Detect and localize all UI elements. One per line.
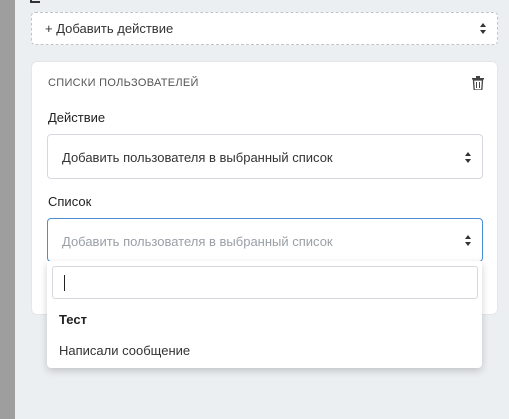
dropdown-option[interactable]: Написали сообщение — [59, 343, 190, 358]
action-select[interactable]: Добавить пользователя в выбранный список — [47, 134, 483, 179]
dropdown-group-label: Тест — [59, 312, 87, 327]
add-action-select[interactable]: + Добавить действие — [31, 12, 498, 45]
trash-icon[interactable] — [472, 76, 484, 90]
card-title: СПИСКИ ПОЛЬЗОВАТЕЛЕЙ — [48, 77, 199, 89]
list-field-label: Список — [48, 194, 92, 209]
top-edge-fragment — [30, 0, 40, 3]
list-select[interactable]: Добавить пользователя в выбранный список — [47, 218, 483, 262]
action-select-value: Добавить пользователя в выбранный список — [62, 150, 333, 165]
left-panel-edge — [0, 0, 15, 419]
add-action-label: + Добавить действие — [45, 21, 174, 36]
sort-caret-icon — [465, 152, 471, 163]
list-select-placeholder: Добавить пользователя в выбранный список — [62, 234, 333, 249]
list-dropdown-menu: Тест Написали сообщение — [47, 261, 482, 368]
sort-caret-icon — [465, 235, 471, 246]
dropdown-search-input[interactable] — [52, 266, 478, 299]
sort-caret-icon — [480, 23, 486, 34]
action-field-label: Действие — [48, 110, 106, 125]
text-cursor — [64, 275, 65, 291]
